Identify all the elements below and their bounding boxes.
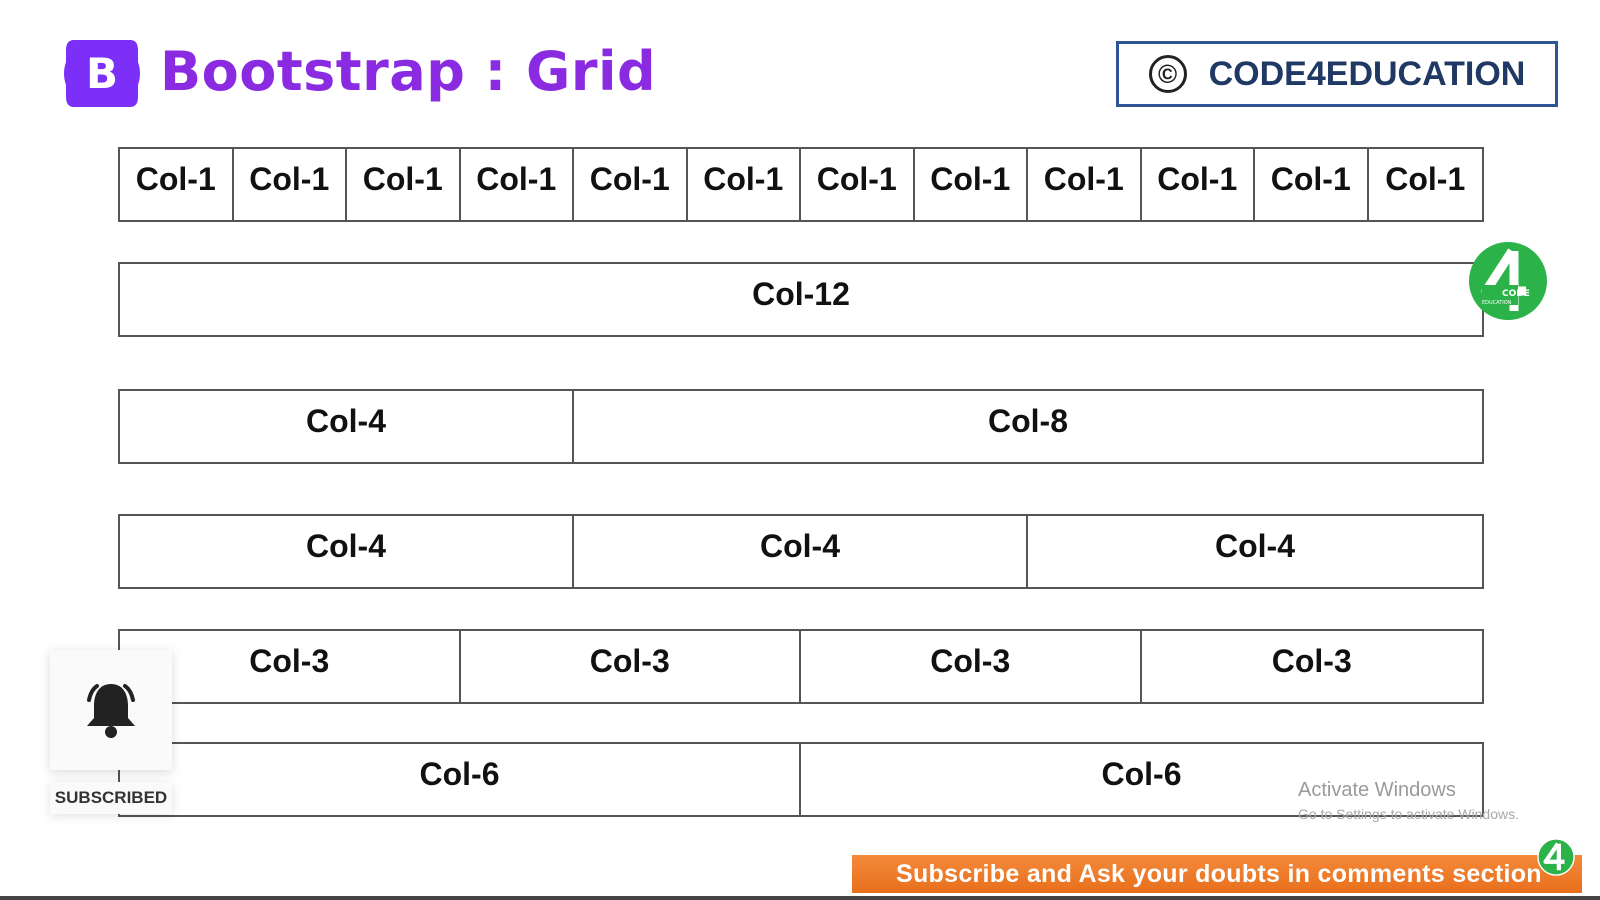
grid-cell: Col-1 xyxy=(1028,149,1142,220)
activate-windows-subtitle: Go to Settings to activate Windows. xyxy=(1298,806,1519,822)
grid-cell: Col-4 xyxy=(120,516,574,587)
subscribed-label: SUBSCRIBED xyxy=(50,782,172,814)
badge-line1: CODE xyxy=(1502,289,1530,299)
grid-cell: Col-12 xyxy=(752,276,850,312)
grid-cell: Col-1 xyxy=(234,149,347,220)
grid-row: Col-3 Col-3 Col-3 Col-3 xyxy=(118,629,1484,704)
grid-cell: Col-1 xyxy=(688,149,801,220)
subscribe-bell-button[interactable] xyxy=(50,650,172,770)
page-title: Bootstrap : Grid xyxy=(160,40,657,103)
banner-text: Subscribe and Ask your doubts in comment… xyxy=(896,859,1542,888)
bottom-divider xyxy=(0,896,1600,900)
grid-row: Col-1 Col-1 Col-1 Col-1 Col-1 Col-1 Col-1 Col-1… xyxy=(118,147,1484,222)
copyright-badge: © CODE4EDUCATION xyxy=(1116,41,1558,107)
grid-cell: Col-1 xyxy=(120,149,234,220)
grid-cell: Col-1 xyxy=(801,149,915,220)
grid-row: Col-4 Col-4 Col-4 xyxy=(118,514,1484,589)
bootstrap-logo-icon: B xyxy=(62,40,142,107)
grid-cell: Col-1 xyxy=(461,149,574,220)
grid-row: Col-12 xyxy=(118,262,1484,337)
grid-cell: Col-3 xyxy=(1271,643,1352,679)
grid-cell: Col-1 xyxy=(1385,161,1466,197)
grid-cell: Col-4 xyxy=(1215,528,1295,564)
brand-name: CODE4EDUCATION xyxy=(1208,54,1526,93)
grid-cell: Col-1 xyxy=(1255,149,1369,220)
grid-row: Col-4 Col-8 xyxy=(118,389,1484,464)
grid-cell: Col-4 xyxy=(574,516,1028,587)
grid-cell: Col-1 xyxy=(1142,149,1255,220)
grid-cell: Col-3 xyxy=(801,631,1142,702)
grid-cell: Col-3 xyxy=(461,631,801,702)
grid-cell: Col-8 xyxy=(988,403,1068,439)
logo-letter: B xyxy=(86,49,118,98)
grid-cell: Col-1 xyxy=(347,149,461,220)
activate-windows-title: Activate Windows xyxy=(1298,779,1456,801)
channel-badge-icon: CODE EDUCATION xyxy=(1468,241,1548,321)
badge-line2: EDUCATION xyxy=(1482,300,1512,306)
grid-cell: Col-1 xyxy=(915,149,1028,220)
copyright-icon: © xyxy=(1148,55,1187,93)
grid-cell: Col-4 xyxy=(120,391,574,462)
bell-icon xyxy=(87,684,135,738)
grid-row: Col-6 Col-6 xyxy=(118,742,1484,817)
subscribe-banner[interactable]: Subscribe and Ask your doubts in comment… xyxy=(852,855,1582,893)
banner-badge-icon xyxy=(1537,838,1575,876)
grid-cell: Col-1 xyxy=(574,149,688,220)
grid-cell: Col-6 xyxy=(120,744,801,815)
